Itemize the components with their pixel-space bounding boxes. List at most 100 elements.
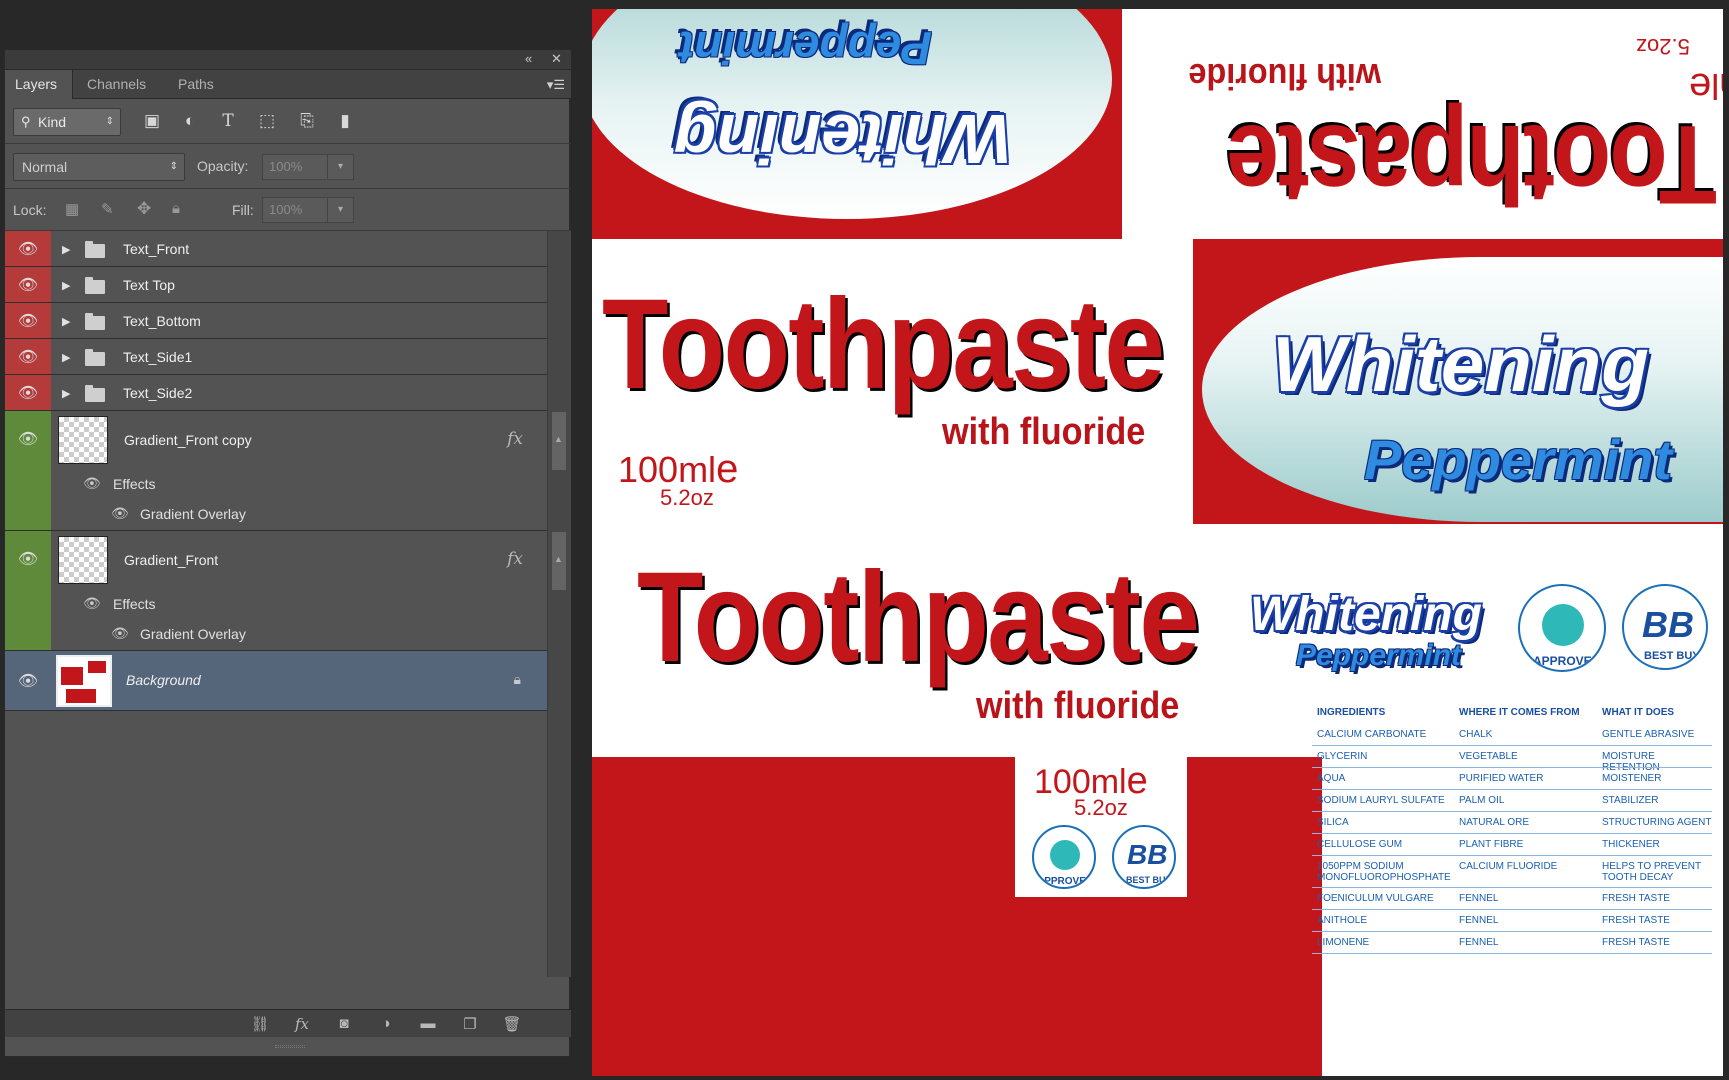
layer-name[interactable]: Gradient_Front: [124, 552, 218, 568]
visibility-toggle[interactable]: 👁︎: [5, 531, 51, 650]
ingredient-cell: MOISTURE RETENTION: [1602, 751, 1660, 773]
type-icon[interactable]: T: [216, 109, 240, 133]
fx-icon[interactable]: fx: [507, 549, 523, 569]
row-divider: [1312, 887, 1712, 888]
expand-triangle-icon[interactable]: ▶: [62, 243, 70, 256]
layers-panel: « ✕ Layers Channels Paths ▾☰ ⚲ Kind ⇕ ▣ …: [4, 49, 571, 1057]
effect-gradient-overlay[interactable]: Gradient Overlay: [140, 506, 246, 522]
search-icon: ⚲: [21, 114, 31, 129]
visibility-toggle[interactable]: 👁︎: [5, 339, 51, 374]
ingredient-cell: CHALK: [1459, 729, 1493, 740]
ingredient-cell: THICKENER: [1602, 839, 1660, 850]
eye-icon[interactable]: 👁︎: [111, 505, 129, 522]
layer-row-background[interactable]: 👁︎ Background 🔒︎: [5, 651, 547, 711]
layer-row-text-side1[interactable]: 👁︎ ▶ Text_Side1: [5, 339, 547, 375]
expand-triangle-icon[interactable]: ▶: [62, 387, 70, 400]
link-layers-icon[interactable]: ⛓︎: [249, 1015, 271, 1033]
fill-input[interactable]: 100% ▾: [262, 197, 354, 223]
tab-channels[interactable]: Channels: [77, 70, 156, 99]
visibility-toggle[interactable]: 👁︎: [5, 375, 51, 410]
opacity-dropdown-icon[interactable]: ▾: [327, 155, 353, 179]
double-chevron-left-icon[interactable]: «: [525, 52, 532, 66]
layer-name[interactable]: Text Top: [123, 277, 175, 293]
visibility-toggle[interactable]: 👁︎: [5, 651, 51, 710]
ingredient-cell: FENNEL: [1459, 893, 1499, 904]
lock-transparent-icon[interactable]: ▦: [65, 200, 79, 218]
folder-icon: [85, 241, 105, 258]
effects-label[interactable]: Effects: [113, 476, 156, 492]
new-group-icon[interactable]: ▬: [417, 1015, 439, 1033]
close-icon[interactable]: ✕: [551, 52, 562, 66]
new-layer-icon[interactable]: ❐: [459, 1015, 481, 1033]
layer-row-text-front[interactable]: 👁︎ ▶ Text_Front: [5, 231, 547, 267]
ingredient-cell: SILICA: [1317, 817, 1349, 828]
whitening-text-middle: Whitening: [1272, 320, 1649, 408]
tab-layers[interactable]: Layers: [5, 70, 73, 99]
opacity-input[interactable]: 100% ▾: [262, 154, 354, 180]
filter-kind-select[interactable]: ⚲ Kind ⇕: [13, 108, 121, 136]
layer-name[interactable]: Background: [126, 672, 201, 688]
document-canvas[interactable]: Whitening Peppermint Toothpaste with flu…: [592, 9, 1723, 1076]
effects-label[interactable]: Effects: [113, 596, 156, 612]
visibility-toggle[interactable]: 👁︎: [5, 411, 51, 530]
ingredient-cell: ANITHOLE: [1317, 915, 1368, 926]
resize-grip[interactable]: [275, 1045, 305, 1048]
eye-icon[interactable]: 👁︎: [83, 595, 101, 612]
layer-row-gradient-front-copy[interactable]: 👁︎ Gradient_Front copy fx 👁︎ Effects 👁︎ …: [5, 411, 547, 531]
add-style-icon[interactable]: fx: [291, 1015, 313, 1033]
panel-menu-icon[interactable]: ▾☰: [547, 77, 565, 93]
blend-mode-select[interactable]: Normal ⇕: [13, 153, 185, 181]
tab-paths[interactable]: Paths: [168, 70, 224, 99]
layer-name[interactable]: Text_Side2: [123, 385, 192, 401]
smart-object-icon[interactable]: ⎘: [295, 109, 319, 133]
layer-row-text-bottom[interactable]: 👁︎ ▶ Text_Bottom: [5, 303, 547, 339]
layer-name[interactable]: Text_Side1: [123, 349, 192, 365]
scrollbar[interactable]: ▲ ▲: [547, 231, 571, 977]
shape-icon[interactable]: ⬚: [255, 109, 279, 133]
best-buy-badge: BB BEST BUY: [1622, 584, 1708, 670]
layer-name[interactable]: Text_Front: [123, 241, 189, 257]
fill-dropdown-icon[interactable]: ▾: [327, 198, 353, 222]
eye-icon: 👁︎: [17, 241, 39, 258]
lock-brush-icon[interactable]: ✎: [101, 200, 114, 218]
eye-icon: 👁︎: [17, 673, 39, 690]
lock-icon[interactable]: 🔒︎: [514, 671, 521, 688]
expand-triangle-icon[interactable]: ▶: [62, 315, 70, 328]
layer-row-text-top[interactable]: 👁︎ ▶ Text Top: [5, 267, 547, 303]
scrollbar-thumb[interactable]: ▲: [552, 532, 566, 590]
source-header: WHERE IT COMES FROM: [1459, 707, 1580, 718]
layer-thumbnail: [58, 416, 108, 464]
image-icon[interactable]: ▣: [140, 109, 164, 133]
lock-all-icon[interactable]: 🔒︎: [172, 200, 180, 217]
fx-icon[interactable]: fx: [507, 429, 523, 449]
row-divider: [1312, 909, 1712, 910]
lock-move-icon[interactable]: ✥: [137, 199, 151, 219]
layer-name[interactable]: Gradient_Front copy: [124, 432, 252, 448]
best-buy-badge-small: BB BEST BUY: [1112, 825, 1176, 889]
effect-gradient-overlay[interactable]: Gradient Overlay: [140, 626, 246, 642]
visibility-toggle[interactable]: 👁︎: [5, 303, 51, 338]
expand-triangle-icon[interactable]: ▶: [62, 351, 70, 364]
expand-triangle-icon[interactable]: ▶: [62, 279, 70, 292]
toggle-filter-icon[interactable]: ▮: [333, 109, 357, 133]
ingredient-cell: FRESH TASTE: [1602, 915, 1670, 926]
layer-name[interactable]: Text_Bottom: [123, 313, 201, 329]
e-mark: e: [716, 447, 739, 491]
new-adjustment-icon[interactable]: ◑: [375, 1015, 397, 1033]
adjustment-icon[interactable]: ◐: [178, 109, 202, 133]
layer-row-text-side2[interactable]: 👁︎ ▶ Text_Side2: [5, 375, 547, 411]
add-mask-icon[interactable]: ◙: [333, 1015, 355, 1033]
badge-approved-caption: APPROVED: [1037, 876, 1094, 887]
toothpaste-text-middle: Toothpaste: [602, 273, 1165, 416]
ingredient-cell: LIMONENE: [1317, 937, 1370, 948]
delete-layer-icon[interactable]: 🗑︎: [501, 1015, 523, 1033]
layer-row-gradient-front[interactable]: 👁︎ Gradient_Front fx 👁︎ Effects 👁︎ Gradi…: [5, 531, 547, 651]
eye-icon[interactable]: 👁︎: [83, 475, 101, 492]
visibility-toggle[interactable]: 👁︎: [5, 231, 51, 266]
best-buy-caption: BEST BUY: [1644, 650, 1700, 662]
scrollbar-thumb[interactable]: ▲: [552, 412, 566, 470]
folder-icon: [85, 349, 105, 366]
visibility-toggle[interactable]: 👁︎: [5, 267, 51, 302]
weight-text-top: 5.2oz: [1636, 34, 1690, 59]
eye-icon[interactable]: 👁︎: [111, 625, 129, 642]
